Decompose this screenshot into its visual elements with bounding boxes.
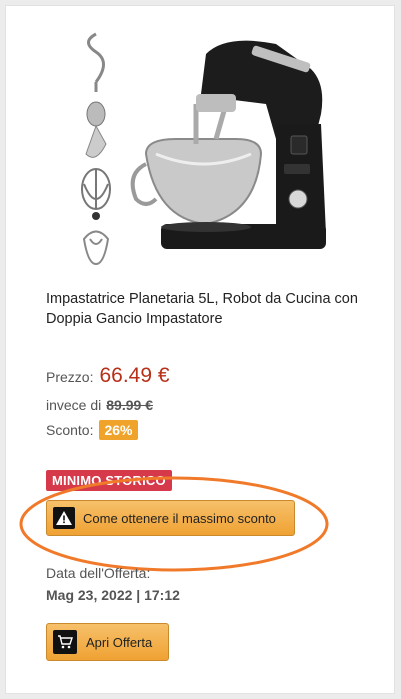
open-offer-button[interactable]: Apri Offerta [46,623,169,661]
cart-icon [53,630,77,654]
product-image [81,32,326,266]
discount-label: Sconto: [46,422,94,438]
product-title[interactable]: Impastatrice Planetaria 5L, Robot da Cuc… [46,289,376,329]
old-price-row: invece di 89.99 € [46,397,153,413]
offer-card: Impastatrice Planetaria 5L, Robot da Cuc… [5,5,395,694]
max-discount-label: Come ottenere il massimo sconto [83,510,276,526]
old-price-value: 89.99 € [106,397,153,413]
price-label: Prezzo: [46,369,94,385]
offer-date-label: Data dell'Offerta: [46,565,151,581]
price-value: 66.49 € [99,364,170,387]
discount-badge: 26% [99,420,138,440]
minimo-storico-badge: MINIMO STORICO [46,470,172,491]
offer-date-value: Mag 23, 2022 | 17:12 [46,587,180,603]
warning-icon [53,507,75,529]
old-price-label: invece di [46,397,102,413]
price-row: Prezzo: 66.49 € [46,364,170,388]
open-offer-label: Apri Offerta [86,634,153,650]
discount-row: Sconto: 26% [46,420,138,440]
max-discount-button[interactable]: Come ottenere il massimo sconto [46,500,295,536]
